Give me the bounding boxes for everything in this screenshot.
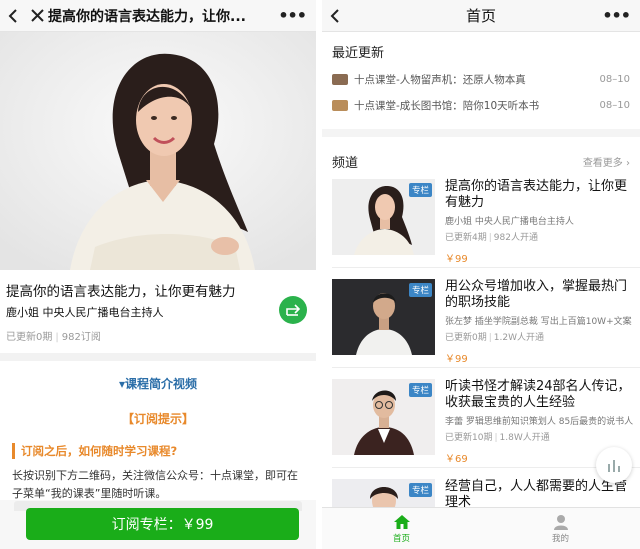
channel-card[interactable]: 专栏 用公众号增加收入，掌握最热门的职场技能 张左梦 插坐学院副总裁 写出上百篇… — [332, 279, 634, 365]
recent-thumbnail — [332, 74, 348, 85]
recent-update-text: 十点课堂-人物留声机：还原人物本真 — [354, 74, 526, 86]
see-more-label: 查看更多 — [582, 157, 623, 169]
course-info: 提高你的语言表达能力，让你更有魅力 鹿小姐 中央人民广播电台主持人 已更新0期 |… — [0, 270, 316, 349]
channel-price: ￥99 — [445, 254, 468, 265]
subscribe-bar: 订阅专栏：￥99 — [0, 500, 316, 549]
course-cover-image — [0, 32, 316, 270]
channel-subscribers: 1.8W人开通 — [499, 433, 550, 443]
bar-chart-icon — [608, 460, 620, 472]
channel-author: 张左梦 插坐学院副总裁 写出上百篇10W+文案 — [445, 317, 632, 327]
section-divider — [0, 353, 316, 361]
course-title: 提高你的语言表达能力，让你更有魅力 — [6, 284, 236, 300]
channel-card[interactable]: 专栏 听读书怪才解读24部名人传记，收获最宝贵的人生经验 李蕾 罗辑思维前知识策… — [332, 379, 634, 465]
card-divider — [332, 467, 640, 468]
channel-title: 提高你的语言表达能力，让你更有魅力 — [445, 179, 628, 210]
channels-section: 频道 查看更多 › 专栏 提高你的语言表达能力，让你更有魅力 鹿小姐 中央人民广… — [322, 137, 640, 549]
channel-cover: 专栏 — [332, 179, 435, 255]
channel-price: ￥99 — [445, 354, 468, 365]
back-button[interactable] — [0, 0, 26, 32]
stats-floating-button[interactable] — [596, 447, 632, 483]
column-badge: 专栏 — [408, 383, 432, 397]
close-icon — [30, 9, 44, 22]
presenter-photo — [0, 32, 316, 270]
subscribe-question: 订阅之后，如何随时学习课程? — [12, 443, 304, 459]
channels-title: 频道 — [332, 155, 359, 171]
channel-updated: 已更新4期 — [445, 233, 487, 243]
channel-subscribers: 1.2W人开通 — [493, 333, 544, 343]
user-icon — [553, 514, 568, 530]
page-title: 提高你的语言表达能力，让你... — [48, 8, 246, 25]
recent-thumbnail — [332, 100, 348, 111]
channel-cover: 专栏 — [332, 279, 435, 355]
channels-header: 频道 查看更多 › — [322, 137, 640, 173]
channel-cover: 专栏 — [332, 379, 435, 455]
see-more-link[interactable]: 查看更多 › — [583, 154, 630, 169]
channel-info: 提高你的语言表达能力，让你更有魅力 鹿小姐 中央人民广播电台主持人 已更新4期 |… — [435, 179, 634, 265]
tab-home[interactable]: 首页 — [322, 508, 481, 549]
navbar: 提高你的语言表达能力，让你... ••• — [0, 0, 316, 32]
back-arrow-icon — [8, 8, 17, 23]
updated-count: 已更新0期 — [6, 332, 53, 343]
more-options-button[interactable]: ••• — [278, 8, 307, 24]
channel-updated: 已更新0期 — [445, 333, 487, 343]
card-divider — [332, 367, 640, 368]
column-badge: 专栏 — [408, 283, 432, 297]
recent-update-item[interactable]: 十点课堂-成长图书馆：陪你10天听本书 08–10 — [332, 98, 630, 113]
channel-stats: 已更新4期 | 982人开通 — [445, 233, 538, 243]
channel-author: 鹿小姐 中央人民广播电台主持人 — [445, 217, 574, 227]
channel-card[interactable]: 专栏 提高你的语言表达能力，让你更有魅力 鹿小姐 中央人民广播电台主持人 已更新… — [332, 179, 634, 265]
share-icon — [286, 304, 301, 316]
channel-updated: 已更新10期 — [445, 433, 493, 443]
tab-mine[interactable]: 我的 — [481, 508, 640, 549]
home-panel: 首页 ••• 最近更新 十点课堂-人物留声机：还原人物本真 08–10 十点课堂… — [322, 0, 640, 549]
channel-stats: 已更新0期 | 1.2W人开通 — [445, 333, 544, 343]
recent-update-date: 08–10 — [599, 100, 630, 111]
channel-stats: 已更新10期 | 1.8W人开通 — [445, 433, 550, 443]
channel-subscribers: 982人开通 — [493, 233, 538, 243]
subscribe-description: 长按识别下方二维码，关注微信公众号：十点课堂，即可在子菜单“我的课表”里随时听课… — [12, 469, 298, 500]
tab-home-label: 首页 — [392, 533, 410, 544]
course-detail-panel: 提高你的语言表达能力，让你... ••• 提高你的语言表达能力，让你更有魅力 鹿… — [0, 0, 316, 549]
channel-info: 用公众号增加收入，掌握最热门的职场技能 张左梦 插坐学院副总裁 写出上百篇10W… — [435, 279, 634, 365]
navbar: 首页 ••• — [322, 0, 640, 32]
column-badge: 专栏 — [408, 483, 432, 497]
share-button[interactable] — [279, 296, 307, 324]
course-intro-video-link[interactable]: ▾课程简介视频 — [0, 375, 316, 392]
card-divider — [332, 267, 640, 268]
course-author: 鹿小姐 中央人民广播电台主持人 — [6, 306, 164, 319]
home-icon — [393, 514, 410, 529]
close-button[interactable] — [26, 0, 48, 32]
recent-updates-section: 最近更新 十点课堂-人物留声机：还原人物本真 08–10 十点课堂-成长图书馆：… — [322, 32, 640, 129]
channel-author: 李蕾 罗辑思维前知识策划人 85后最贵的说书人 — [445, 417, 634, 427]
tab-mine-label: 我的 — [551, 533, 569, 544]
page-title: 首页 — [465, 7, 496, 25]
subscriber-count: 982订阅 — [61, 332, 101, 343]
column-badge: 专栏 — [408, 183, 432, 197]
recent-update-date: 08–10 — [599, 74, 630, 85]
channel-title: 用公众号增加收入，掌握最热门的职场技能 — [445, 279, 628, 310]
chevron-right-icon: › — [626, 157, 630, 169]
recent-updates-title: 最近更新 — [332, 46, 385, 61]
subscribe-button[interactable]: 订阅专栏：￥99 — [26, 508, 299, 540]
recent-update-text: 十点课堂-成长图书馆：陪你10天听本书 — [354, 100, 540, 112]
more-options-button[interactable]: ••• — [602, 8, 631, 24]
course-meta: 已更新0期 | 982订阅 — [6, 332, 101, 343]
channel-title: 听读书怪才解读24部名人传记，收获最宝贵的人生经验 — [445, 379, 631, 410]
bottom-tab-bar: 首页 我的 — [322, 507, 640, 549]
subscribe-tip-heading: 【订阅提示】 — [121, 412, 194, 426]
recent-update-item[interactable]: 十点课堂-人物留声机：还原人物本真 08–10 — [332, 72, 630, 87]
